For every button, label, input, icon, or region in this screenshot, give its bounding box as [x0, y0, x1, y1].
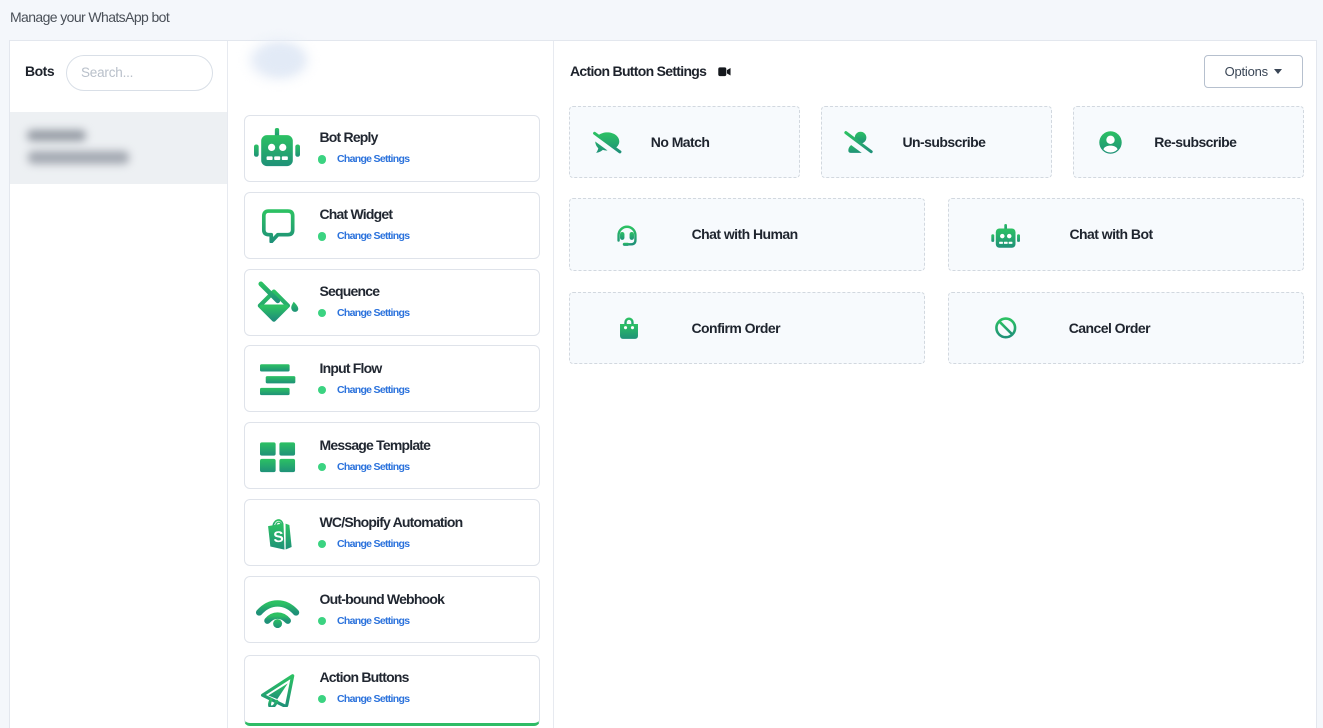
svg-text:S: S	[273, 529, 284, 547]
